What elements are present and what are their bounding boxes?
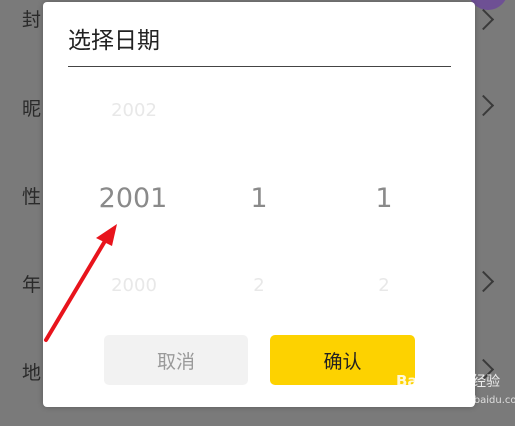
year-option-next[interactable]: 2000 [111,275,157,296]
chevron-right-icon [472,8,495,31]
watermark-brand-right: du [448,372,471,390]
settings-row-label: 封 [22,9,42,31]
title-divider [68,66,451,67]
day-option-selected[interactable]: 1 [375,183,392,214]
settings-row-label: 年 [22,274,42,296]
date-picker-dialog: 选择日期 2002 2001 2000 1 2 1 2 取消 确认 [43,2,475,407]
dialog-title: 选择日期 [68,28,160,54]
settings-row-label: 性 [22,186,42,208]
settings-row-label: 地 [22,362,42,384]
watermark-url: jingyan.baidu.com [434,395,515,406]
month-option-selected[interactable]: 1 [250,183,267,214]
settings-row-label: 昵 [22,98,42,120]
chevron-right-icon [472,94,495,117]
baidu-watermark: Bai du 经验 [396,371,500,391]
watermark-brand-left: Bai [396,372,423,390]
year-option-prev[interactable]: 2002 [111,100,157,121]
day-option-next[interactable]: 2 [378,275,389,296]
chevron-right-icon [472,270,495,293]
paw-icon [425,371,446,391]
month-option-next[interactable]: 2 [253,275,264,296]
confirm-button[interactable]: 确认 [270,335,415,385]
watermark-product: 经验 [472,374,501,390]
year-option-selected[interactable]: 2001 [99,183,168,214]
cancel-button[interactable]: 取消 [104,335,248,385]
